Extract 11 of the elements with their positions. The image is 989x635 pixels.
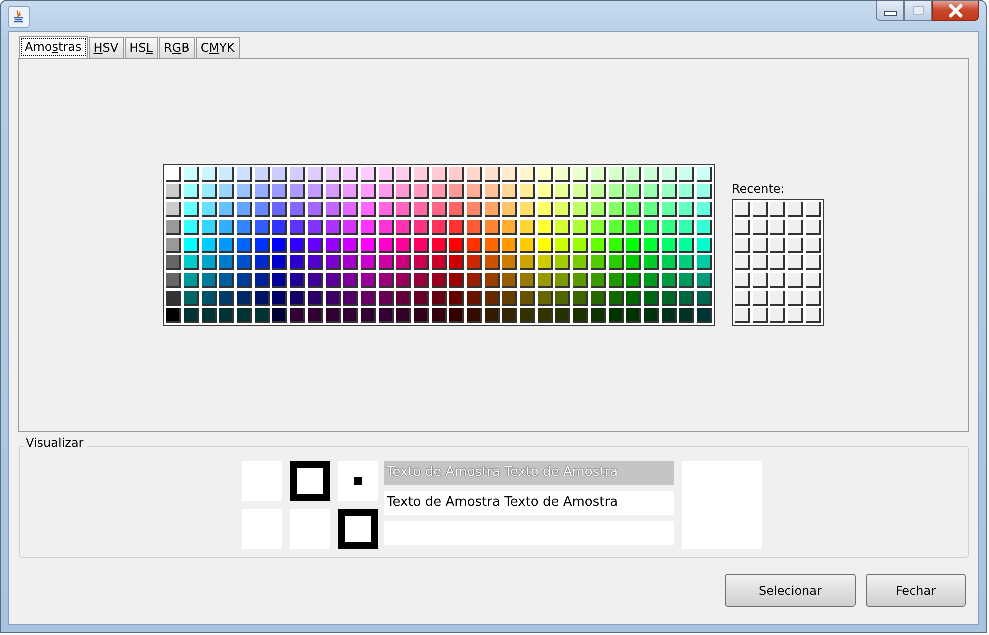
dialog-button[interactable]: Fechar: [866, 574, 966, 607]
tab[interactable]: HSL: [124, 37, 158, 58]
tab[interactable]: HSV: [88, 37, 124, 58]
group-title: Visualizar: [24, 436, 88, 450]
recent-label: Recente:: [732, 182, 786, 196]
dialog-button[interactable]: Selecionar: [725, 574, 856, 607]
tab[interactable]: Amostras: [19, 36, 88, 58]
sample-text: Texto de Amostra Texto de Amostra: [384, 461, 674, 485]
tab[interactable]: RGB: [158, 37, 195, 58]
tab[interactable]: CMYK: [196, 37, 240, 58]
sample-text: Texto de Amostra Texto de Amostra: [384, 491, 674, 515]
